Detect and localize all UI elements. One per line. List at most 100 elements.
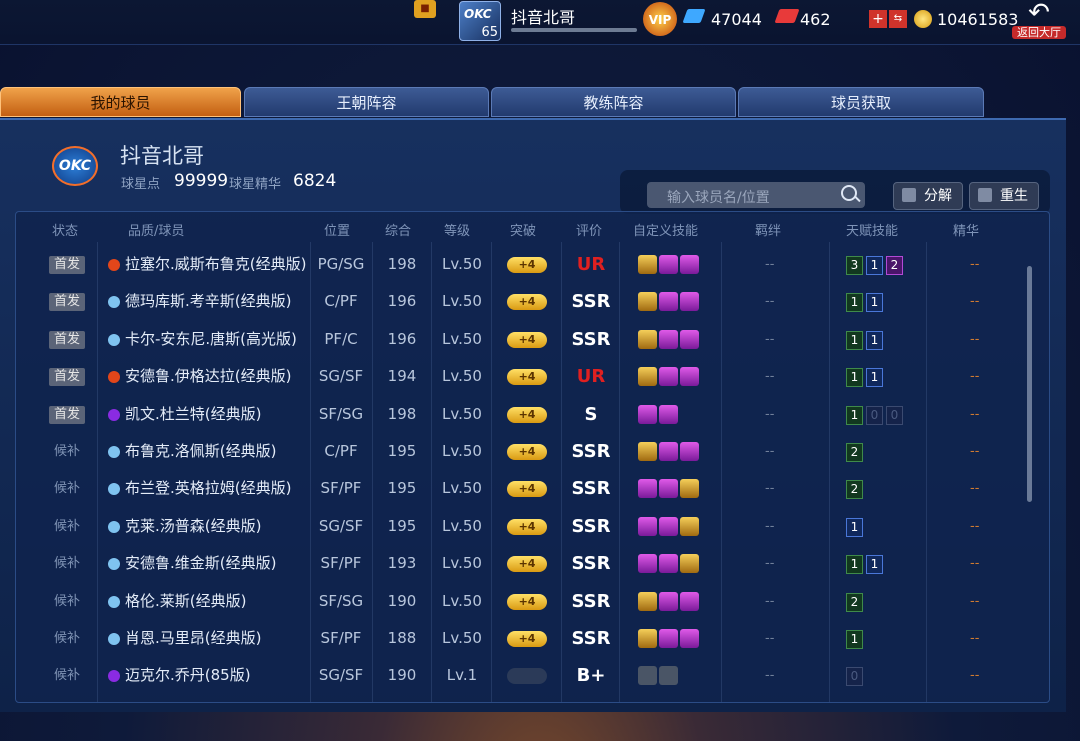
avatar[interactable]: OKC 65 [459, 1, 501, 41]
player-name[interactable]: 安德鲁.维金斯(经典版) [125, 545, 276, 582]
player-name[interactable]: 卡尔-安东尼.唐斯(高光版) [125, 321, 297, 358]
talent-badge[interactable]: 2 [846, 480, 863, 500]
quality-icon [108, 633, 120, 645]
talent-badge[interactable]: 1 [846, 330, 863, 350]
talent-badge[interactable]: 1 [846, 630, 863, 649]
custom-skill-icon[interactable] [680, 329, 699, 349]
table-row[interactable]: 候补 格伦.莱斯(经典版) SF/SG 190 Lv.50 +4 SSR -- 2 -- [16, 583, 1028, 620]
custom-skill-icon[interactable] [659, 404, 678, 424]
player-name[interactable]: 迈克尔.乔丹(85版) [125, 657, 251, 694]
tab-my-players[interactable]: 我的球员 [0, 87, 241, 117]
table-row[interactable]: 首发 拉塞尔.威斯布鲁克(经典版) PG/SG 198 Lv.50 +4 UR -- 3 1 2 -- [16, 246, 1028, 283]
custom-skill-icon[interactable] [680, 591, 699, 611]
exchange-icon[interactable]: ⇆ [889, 10, 907, 28]
table-row[interactable]: 首发 卡尔-安东尼.唐斯(高光版) PF/C 196 Lv.50 +4 SSR -- 1 1 -- [16, 321, 1028, 358]
custom-skill-icon[interactable] [659, 479, 678, 499]
search-input[interactable]: 输入球员名/位置 [647, 182, 865, 208]
custom-skill-icon[interactable] [638, 516, 657, 536]
player-name[interactable]: 凯文.杜兰特(经典版) [125, 396, 261, 433]
custom-skill-icon[interactable] [680, 442, 699, 461]
custom-skill-icon[interactable] [638, 479, 657, 499]
custom-skill-icon[interactable] [680, 479, 699, 499]
talent-badge[interactable]: 1 [846, 555, 863, 575]
scrollbar[interactable] [1027, 266, 1032, 502]
player-name[interactable]: 克莱.汤普森(经典版) [125, 508, 261, 545]
talent-badge[interactable]: 1 [866, 368, 883, 388]
talent-badge[interactable]: 2 [846, 592, 863, 612]
player-position: SF/SG [318, 591, 364, 610]
custom-skill-icon[interactable] [659, 442, 678, 461]
custom-skill-icon[interactable] [638, 367, 657, 387]
breakthrough-badge: +4 [507, 294, 547, 311]
rebirth-button[interactable]: 重生 [969, 182, 1039, 210]
talent-badge[interactable]: 0 [886, 405, 903, 425]
col-overall: 综合 [385, 224, 412, 239]
custom-skill-icon[interactable] [680, 367, 699, 387]
table-row[interactable]: 候补 安德鲁.维金斯(经典版) SF/PF 193 Lv.50 +4 SSR -- 1 1 -- [16, 545, 1028, 582]
custom-skill-icon[interactable] [638, 442, 657, 461]
custom-skill-icon[interactable] [680, 255, 699, 274]
custom-skill-icon[interactable] [680, 629, 699, 648]
talent-badge[interactable]: 1 [866, 256, 883, 275]
tab-coach-lineup[interactable]: 教练阵容 [491, 87, 736, 117]
back-to-lobby-button[interactable]: ↶ 返回大厅 [1012, 0, 1066, 40]
talent-badge[interactable]: 1 [866, 555, 883, 575]
custom-skill-icon[interactable] [638, 591, 657, 611]
custom-skill-icon[interactable] [659, 367, 678, 387]
player-name[interactable]: 安德鲁.伊格达拉(经典版) [125, 358, 291, 395]
table-row[interactable]: 首发 凯文.杜兰特(经典版) SF/SG 198 Lv.50 +4 S -- 1 0 0 -- [16, 396, 1028, 433]
table-row[interactable]: 候补 迈克尔.乔丹(85版) SG/SF 190 Lv.1 B+ -- 0 -- [16, 657, 1028, 694]
vip-icon[interactable]: VIP [643, 2, 677, 36]
talent-badge[interactable]: 1 [846, 368, 863, 388]
custom-skill-icon[interactable] [680, 554, 699, 574]
decompose-button[interactable]: 分解 [893, 182, 963, 210]
search-icon[interactable] [841, 185, 857, 201]
talent-badge[interactable]: 2 [846, 443, 863, 462]
custom-skill-icon[interactable] [659, 591, 678, 611]
player-name[interactable]: 拉塞尔.威斯布鲁克(经典版) [125, 246, 306, 283]
custom-skill-icon[interactable] [638, 329, 657, 349]
player-name[interactable]: 德玛库斯.考辛斯(经典版) [125, 283, 291, 320]
custom-skill-icon[interactable] [638, 666, 657, 686]
custom-skill-icon[interactable] [638, 292, 657, 312]
talent-badge[interactable]: 1 [846, 293, 863, 313]
talent-badge[interactable]: 1 [846, 405, 863, 425]
custom-skill-icon[interactable] [659, 292, 678, 312]
talent-badge[interactable]: 1 [846, 517, 863, 537]
player-position: PG/SG [317, 255, 365, 273]
talent-badge[interactable]: 0 [866, 405, 883, 425]
talent-badge[interactable]: 1 [866, 330, 883, 350]
table-row[interactable]: 候补 肖恩.马里昂(经典版) SF/PF 188 Lv.50 +4 SSR -- 1 -- [16, 620, 1028, 657]
custom-skill-icon[interactable] [659, 516, 678, 536]
custom-skill-icon[interactable] [659, 255, 678, 274]
bond-value: -- [765, 257, 775, 272]
custom-skill-icon[interactable] [638, 255, 657, 274]
custom-skill-icon[interactable] [638, 629, 657, 648]
custom-skill-icon[interactable] [680, 292, 699, 312]
table-row[interactable]: 首发 德玛库斯.考辛斯(经典版) C/PF 196 Lv.50 +4 SSR -- 1 1 -- [16, 283, 1028, 320]
custom-skill-icon[interactable] [659, 666, 678, 686]
talent-badge[interactable]: 3 [846, 256, 863, 275]
talent-badge[interactable]: 1 [866, 293, 883, 313]
player-name[interactable]: 格伦.莱斯(经典版) [125, 583, 246, 620]
custom-skill-icon[interactable] [680, 516, 699, 536]
tab-dynasty-lineup[interactable]: 王朝阵容 [244, 87, 489, 117]
table-row[interactable]: 首发 安德鲁.伊格达拉(经典版) SG/SF 194 Lv.50 +4 UR -- 1 1 -- [16, 358, 1028, 395]
gift-icon[interactable]: ■ [414, 0, 436, 18]
tab-player-acquire[interactable]: 球员获取 [738, 87, 984, 117]
custom-skill-icon[interactable] [659, 329, 678, 349]
table-row[interactable]: 候补 克莱.汤普森(经典版) SG/SF 195 Lv.50 +4 SSR -- 1 -- [16, 508, 1028, 545]
custom-skill-icon[interactable] [659, 554, 678, 574]
diamond-icon [682, 9, 706, 23]
talent-badge[interactable]: 2 [886, 256, 903, 275]
custom-skill-icon[interactable] [659, 629, 678, 648]
player-name[interactable]: 布鲁克.洛佩斯(经典版) [125, 433, 276, 470]
custom-skill-icon[interactable] [638, 404, 657, 424]
player-name[interactable]: 肖恩.马里昂(经典版) [125, 620, 261, 657]
talent-badge[interactable]: 0 [846, 667, 863, 687]
add-button[interactable]: + [869, 10, 887, 28]
player-name[interactable]: 布兰登.英格拉姆(经典版) [125, 470, 291, 507]
table-row[interactable]: 候补 布鲁克.洛佩斯(经典版) C/PF 195 Lv.50 +4 SSR -- 2 -- [16, 433, 1028, 470]
custom-skill-icon[interactable] [638, 554, 657, 574]
table-row[interactable]: 候补 布兰登.英格拉姆(经典版) SF/PF 195 Lv.50 +4 SSR -- 2 -- [16, 470, 1028, 507]
